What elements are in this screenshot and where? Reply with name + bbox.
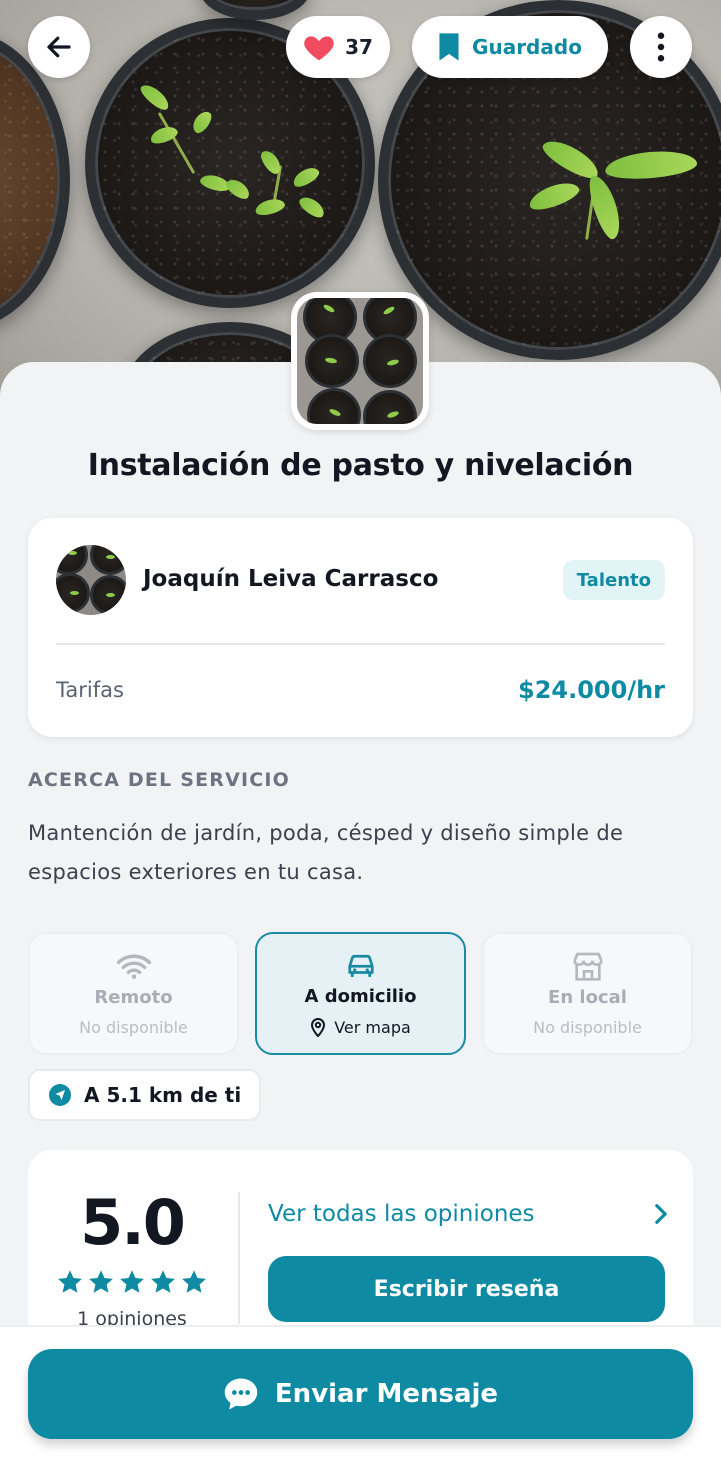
wifi-icon: [116, 954, 151, 979]
star-icon: [120, 1270, 144, 1293]
chevron-right-icon: [655, 1204, 667, 1224]
distance-label: A 5.1 km de ti: [84, 1083, 242, 1107]
provider-avatar[interactable]: [56, 545, 126, 615]
heart-icon: [304, 36, 334, 61]
bookmark-icon: [439, 33, 459, 61]
arrow-left-icon: [47, 36, 71, 58]
rating-score: 5.0: [80, 1186, 186, 1259]
divider: [238, 1192, 240, 1324]
provider-card[interactable]: Joaquín Leiva Carrasco Talento Tarifas $…: [28, 518, 693, 737]
modality-store: En local No disponible: [482, 932, 693, 1055]
modality-status: No disponible: [79, 1017, 188, 1037]
star-icon: [182, 1270, 206, 1293]
modality-title: A domicilio: [304, 986, 417, 1007]
likes-count: 37: [345, 35, 373, 59]
write-review-button[interactable]: Escribir reseña: [268, 1256, 665, 1322]
about-heading: ACERCA DEL SERVICIO: [28, 769, 291, 791]
more-options-button[interactable]: [630, 16, 692, 78]
service-thumbnail: [291, 292, 429, 430]
back-button[interactable]: [28, 16, 90, 78]
send-message-button[interactable]: Enviar Mensaje: [28, 1349, 693, 1439]
saved-button[interactable]: Guardado: [412, 16, 608, 78]
bottom-action-bar: Enviar Mensaje: [0, 1325, 721, 1465]
star-icon: [89, 1270, 113, 1293]
chat-bubble-icon: [224, 1378, 258, 1410]
rate-value: $24.000/hr: [518, 676, 665, 704]
view-map-link[interactable]: Ver mapa: [310, 1017, 411, 1037]
modality-status: No disponible: [533, 1017, 642, 1037]
modality-title: En local: [548, 986, 627, 1008]
provider-name[interactable]: Joaquín Leiva Carrasco: [143, 566, 438, 592]
see-all-reviews-label: Ver todas las opiniones: [268, 1201, 535, 1227]
navigation-icon: [49, 1084, 71, 1106]
send-message-label: Enviar Mensaje: [274, 1379, 499, 1409]
divider: [56, 643, 665, 645]
distance-chip: A 5.1 km de ti: [28, 1069, 262, 1121]
modality-title: Remoto: [94, 986, 173, 1008]
car-icon: [347, 954, 374, 978]
location-pin-icon: [311, 1018, 326, 1037]
store-icon: [572, 952, 603, 981]
reviews-card: 5.0 1 opiniones Ver todas las opiniones …: [28, 1150, 693, 1350]
rate-label: Tarifas: [56, 678, 124, 702]
more-vertical-icon: [657, 32, 665, 62]
service-title: Instalación de pasto y nivelación: [87, 448, 634, 483]
saved-label: Guardado: [472, 35, 582, 59]
see-all-reviews-link[interactable]: Ver todas las opiniones: [268, 1194, 668, 1234]
modality-remote: Remoto No disponible: [28, 932, 239, 1055]
rating-stars: [28, 1268, 236, 1296]
service-description: Mantención de jardín, poda, césped y dis…: [28, 821, 624, 884]
star-icon: [151, 1270, 175, 1293]
modality-home[interactable]: A domicilio Ver mapa: [255, 932, 466, 1055]
talent-badge: Talento: [562, 560, 665, 600]
star-icon: [58, 1270, 82, 1293]
view-map-label: Ver mapa: [334, 1017, 411, 1037]
like-button[interactable]: 37: [286, 16, 390, 78]
